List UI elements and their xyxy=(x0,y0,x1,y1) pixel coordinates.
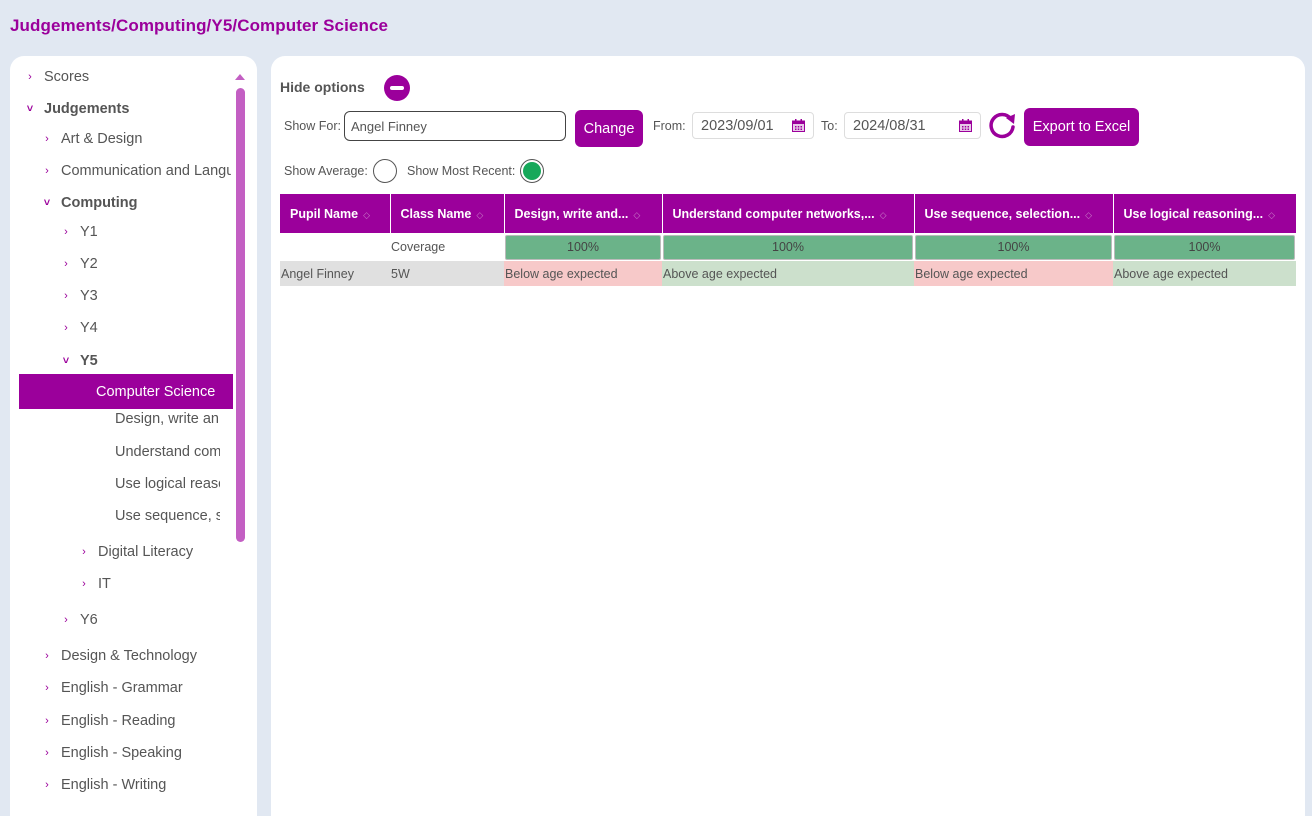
coverage-empty-cell xyxy=(280,233,390,261)
tree-item-design-technology[interactable]: › Design & Technology xyxy=(41,648,197,664)
tree-item-computer-science-selected[interactable]: Computer Science xyxy=(19,374,233,409)
chevron-down-icon: ˅ xyxy=(62,355,70,367)
to-label: To: xyxy=(821,119,838,133)
chevron-right-icon: › xyxy=(64,290,68,302)
tree-item-y4[interactable]: › Y4 xyxy=(60,320,98,336)
class-name-cell: 5W xyxy=(390,261,504,286)
column-header-class-name[interactable]: Class Name ◇ xyxy=(390,194,505,233)
chevron-down-icon: ˅ xyxy=(43,197,51,209)
calendar-icon[interactable] xyxy=(959,119,972,132)
coverage-cell: 100% xyxy=(663,234,913,260)
change-button[interactable]: Change xyxy=(575,110,643,147)
tree-item-communication[interactable]: › Communication and Langu xyxy=(41,163,231,179)
to-date-input[interactable]: 2024/08/31 xyxy=(844,112,981,139)
column-header-logical-reasoning[interactable]: Use logical reasoning... ◇ xyxy=(1113,194,1297,233)
tree-item-digital-literacy[interactable]: › Digital Literacy xyxy=(78,544,193,560)
sidebar-tree: › Scores ˅ Judgements › Art & Design › Commu… xyxy=(10,56,257,816)
judgement-cell[interactable]: Below age expected xyxy=(504,261,662,286)
tree-item-y5[interactable]: ˅ Y5 xyxy=(60,353,98,369)
scrollbar-thumb[interactable] xyxy=(236,88,245,542)
tree-item-art-design[interactable]: › Art & Design xyxy=(41,131,142,147)
chevron-right-icon: › xyxy=(28,71,32,83)
tree-leaf-design-write[interactable]: Design, write an xyxy=(115,411,220,427)
tree-item-y3[interactable]: › Y3 xyxy=(60,288,98,304)
chevron-right-icon: › xyxy=(45,165,49,177)
chevron-right-icon: › xyxy=(45,715,49,727)
column-header-understand-networks[interactable]: Understand computer networks,... ◇ xyxy=(662,194,915,233)
tree-leaf-understand[interactable]: Understand com xyxy=(115,444,220,460)
column-header-pupil-name[interactable]: Pupil Name ◇ xyxy=(280,194,391,233)
tree-leaf-logical[interactable]: Use logical reasc xyxy=(115,476,220,492)
export-to-excel-button[interactable]: Export to Excel xyxy=(1024,108,1139,146)
judgements-table: Pupil Name ◇ Class Name ◇ Design, write an… xyxy=(280,194,1297,286)
tree-leaf-sequence[interactable]: Use sequence, s xyxy=(115,508,220,524)
sort-icon: ◇ xyxy=(1085,209,1093,220)
chevron-down-icon: ˅ xyxy=(26,103,34,115)
tree-item-y2[interactable]: › Y2 xyxy=(60,256,98,272)
tree-item-computing[interactable]: ˅ Computing xyxy=(41,195,138,211)
show-most-recent-toggle[interactable] xyxy=(520,159,544,183)
calendar-icon[interactable] xyxy=(792,119,805,132)
tree-item-judgements[interactable]: ˅ Judgements xyxy=(24,101,130,117)
judgement-cell[interactable]: Above age expected xyxy=(662,261,914,286)
sort-icon: ◇ xyxy=(476,209,484,220)
hide-options-label: Hide options xyxy=(280,79,365,95)
chevron-right-icon: › xyxy=(45,747,49,759)
tree-item-english-speaking[interactable]: › English - Speaking xyxy=(41,745,182,761)
chevron-right-icon: › xyxy=(64,322,68,334)
tree-item-english-reading[interactable]: › English - Reading xyxy=(41,713,175,729)
hide-options-minus-icon[interactable] xyxy=(384,75,410,101)
coverage-row: Coverage 100% 100% 100% 100% xyxy=(280,233,1296,261)
chevron-right-icon: › xyxy=(45,133,49,145)
from-label: From: xyxy=(653,119,686,133)
show-average-label: Show Average: xyxy=(284,164,368,178)
coverage-cell: 100% xyxy=(505,234,661,260)
chevron-right-icon: › xyxy=(82,578,86,590)
coverage-cell: 100% xyxy=(915,234,1112,260)
sort-icon: ◇ xyxy=(363,209,370,220)
coverage-label: Coverage xyxy=(390,233,504,261)
coverage-cell: 100% xyxy=(1114,234,1295,260)
scroll-up-arrow[interactable] xyxy=(235,74,245,80)
show-for-label: Show For: xyxy=(284,119,341,133)
chevron-right-icon: › xyxy=(64,226,68,238)
chevron-right-icon: › xyxy=(45,650,49,662)
tree-item-it[interactable]: › IT xyxy=(78,576,111,592)
from-date-input[interactable]: 2023/09/01 xyxy=(692,112,814,139)
main-panel: Hide options Show For: Change From: 2023… xyxy=(271,56,1305,816)
chevron-right-icon: › xyxy=(45,682,49,694)
show-for-input[interactable] xyxy=(344,111,566,141)
tree-item-english-writing[interactable]: › English - Writing xyxy=(41,777,166,793)
sort-icon: ◇ xyxy=(633,209,641,220)
chevron-right-icon: › xyxy=(64,258,68,270)
column-header-design-write[interactable]: Design, write and... ◇ xyxy=(504,194,663,233)
tree-item-english-grammar[interactable]: › English - Grammar xyxy=(41,680,183,696)
show-average-toggle[interactable] xyxy=(373,159,397,183)
chevron-right-icon: › xyxy=(45,779,49,791)
tree-item-y1[interactable]: › Y1 xyxy=(60,224,98,240)
table-row[interactable]: Angel Finney 5W Below age expected Above… xyxy=(280,261,1296,286)
judgement-cell[interactable]: Below age expected xyxy=(914,261,1113,286)
refresh-icon[interactable] xyxy=(987,110,1017,140)
judgement-cell[interactable]: Above age expected xyxy=(1113,261,1296,286)
breadcrumb: Judgements/Computing/Y5/Computer Science xyxy=(10,16,389,35)
chevron-right-icon: › xyxy=(64,614,68,626)
column-header-use-sequence[interactable]: Use sequence, selection... ◇ xyxy=(914,194,1114,233)
sort-icon: ◇ xyxy=(1268,209,1276,220)
sort-icon: ◇ xyxy=(879,209,887,220)
tree-item-scores[interactable]: › Scores xyxy=(24,69,89,85)
chevron-right-icon: › xyxy=(82,546,86,558)
pupil-name-cell: Angel Finney xyxy=(280,261,390,286)
show-most-recent-label: Show Most Recent: xyxy=(407,164,516,178)
tree-item-y6[interactable]: › Y6 xyxy=(60,612,98,628)
